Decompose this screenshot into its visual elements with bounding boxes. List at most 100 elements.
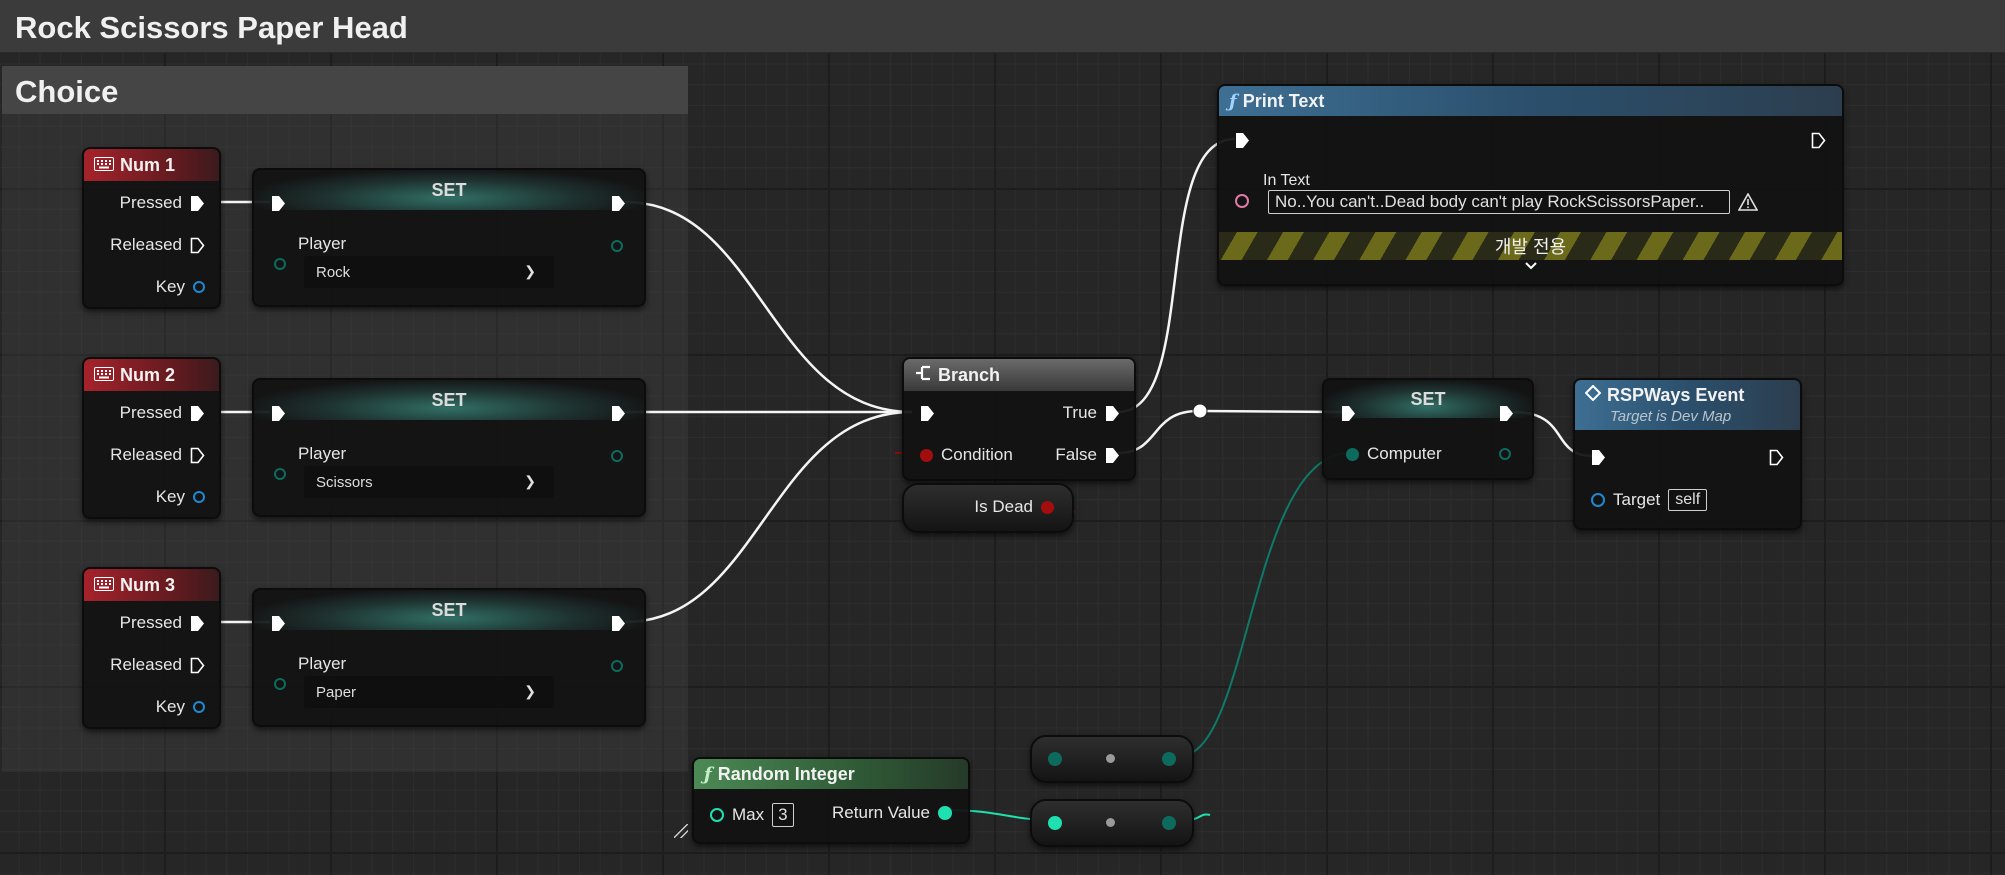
conversion-node-byte[interactable] bbox=[1030, 735, 1194, 783]
exec-in-pin-icon[interactable] bbox=[271, 615, 286, 632]
byte-out-pin-icon[interactable] bbox=[611, 450, 623, 462]
print-text-node[interactable]: ƒ Print Text In Text No..You can't..Dead… bbox=[1217, 84, 1844, 286]
pressed-label: Pressed bbox=[119, 613, 182, 632]
exec-out-pin-filled-icon[interactable] bbox=[190, 615, 205, 632]
pressed-pin[interactable]: Pressed bbox=[120, 613, 205, 633]
pressed-pin[interactable]: Pressed bbox=[120, 193, 205, 213]
key-pin[interactable]: Key bbox=[156, 487, 205, 507]
conversion-node-int[interactable] bbox=[1030, 799, 1194, 847]
exec-in-pin-icon[interactable] bbox=[920, 405, 935, 422]
chevron-down-icon: ❯ bbox=[524, 473, 536, 489]
exec-out-pin-empty-icon[interactable] bbox=[190, 657, 205, 674]
rsp-ways-event-node[interactable]: RSPWays Event Target is Dev Map Target s… bbox=[1573, 378, 1802, 530]
key-node-title: Num 3 bbox=[120, 574, 176, 595]
key-node-header: Num 1 bbox=[84, 149, 219, 181]
int-out-pin-icon[interactable] bbox=[938, 806, 952, 820]
dropdown-value: Paper bbox=[316, 683, 357, 701]
byte-out-pin-icon[interactable] bbox=[611, 660, 623, 672]
exec-in-pin-icon[interactable] bbox=[1235, 132, 1250, 149]
released-pin[interactable]: Released bbox=[110, 655, 205, 675]
exec-in-pin-icon[interactable] bbox=[271, 405, 286, 422]
text-in-pin-icon[interactable] bbox=[1235, 194, 1249, 208]
key-node-title: Num 1 bbox=[120, 154, 176, 175]
byte-in-pin-icon[interactable] bbox=[1346, 447, 1359, 461]
released-pin[interactable]: Released bbox=[110, 235, 205, 255]
set-computer-node[interactable]: SET Computer bbox=[1322, 378, 1534, 480]
true-pin[interactable]: True bbox=[1063, 403, 1120, 423]
set-player-node-paper[interactable]: SET Player Paper ❯ bbox=[252, 588, 646, 727]
byte-out-pin-icon[interactable] bbox=[1162, 816, 1176, 830]
set-node-title: SET bbox=[431, 599, 467, 620]
exec-out-pin-icon[interactable] bbox=[1499, 405, 1514, 422]
event-diamond-icon bbox=[1584, 384, 1602, 406]
target-pin[interactable]: Target self bbox=[1591, 489, 1708, 511]
key-node-header: Num 2 bbox=[84, 359, 219, 391]
byte-in-pin-icon[interactable] bbox=[274, 678, 286, 690]
pressed-pin[interactable]: Pressed bbox=[120, 403, 205, 423]
comment-resize-grip[interactable] bbox=[674, 824, 688, 838]
byte-out-pin-icon[interactable] bbox=[1162, 752, 1176, 766]
exec-in-pin-icon[interactable] bbox=[1341, 405, 1356, 422]
key-node-num3[interactable]: Num 3 Pressed Released Key bbox=[82, 567, 221, 729]
max-label: Max bbox=[732, 805, 765, 824]
byte-in-pin-icon[interactable] bbox=[1048, 752, 1062, 766]
byte-in-pin-icon[interactable] bbox=[274, 258, 286, 270]
random-integer-node[interactable]: ƒ Random Integer Max 3 Return Value bbox=[692, 757, 970, 844]
exec-out-pin-icon[interactable] bbox=[1105, 447, 1120, 464]
exec-out-pin-icon[interactable] bbox=[611, 195, 626, 212]
bool-out-pin-icon[interactable] bbox=[1041, 500, 1054, 514]
key-node-num1[interactable]: Num 1 Pressed Released Key bbox=[82, 147, 221, 309]
exec-out-pin-icon[interactable] bbox=[1105, 405, 1120, 422]
exec-in-pin-icon[interactable] bbox=[271, 195, 286, 212]
player-enum-dropdown[interactable]: Rock ❯ bbox=[304, 256, 554, 288]
struct-pin-icon[interactable] bbox=[193, 701, 205, 713]
key-pin[interactable]: Key bbox=[156, 697, 205, 717]
set-player-node-scissors[interactable]: SET Player Scissors ❯ bbox=[252, 378, 646, 517]
exec-out-pin-icon[interactable] bbox=[611, 405, 626, 422]
target-value-field[interactable]: self bbox=[1668, 489, 1708, 511]
is-dead-pin[interactable]: Is Dead bbox=[974, 497, 1054, 517]
exec-out-pin-empty-icon[interactable] bbox=[190, 447, 205, 464]
false-pin[interactable]: False bbox=[1055, 445, 1120, 465]
key-pin[interactable]: Key bbox=[156, 277, 205, 297]
computer-pin[interactable]: Computer bbox=[1346, 444, 1442, 464]
expand-chevron-icon[interactable] bbox=[1219, 258, 1842, 276]
set-node-title: SET bbox=[431, 179, 467, 200]
int-in-pin-icon[interactable] bbox=[1048, 816, 1062, 830]
exec-out-pin-empty-icon[interactable] bbox=[1811, 132, 1826, 149]
struct-pin-icon[interactable] bbox=[193, 281, 205, 293]
comment-header[interactable]: Choice bbox=[2, 66, 688, 114]
bool-in-pin-icon[interactable] bbox=[920, 448, 933, 462]
player-enum-dropdown[interactable]: Paper ❯ bbox=[304, 676, 554, 708]
warning-icon bbox=[1737, 192, 1759, 216]
player-pin-label: Player bbox=[298, 654, 347, 673]
exec-in-pin-icon[interactable] bbox=[1591, 449, 1606, 466]
released-pin[interactable]: Released bbox=[110, 445, 205, 465]
exec-out-pin-empty-icon[interactable] bbox=[190, 237, 205, 254]
int-in-pin-icon[interactable] bbox=[710, 808, 724, 822]
is-dead-getter-node[interactable]: Is Dead bbox=[902, 483, 1074, 533]
max-value-field[interactable]: 3 bbox=[772, 803, 794, 827]
byte-in-pin-icon[interactable] bbox=[274, 468, 286, 480]
key-node-num2[interactable]: Num 2 Pressed Released Key bbox=[82, 357, 221, 519]
exec-out-pin-icon[interactable] bbox=[611, 615, 626, 632]
branch-node[interactable]: Branch True Condition False bbox=[902, 357, 1136, 481]
exec-out-pin-empty-icon[interactable] bbox=[1769, 449, 1784, 466]
return-value-pin[interactable]: Return Value bbox=[832, 803, 952, 823]
object-in-pin-icon[interactable] bbox=[1591, 493, 1605, 507]
rsp-event-subtitle: Target is Dev Map bbox=[1610, 408, 1732, 425]
max-pin[interactable]: Max 3 bbox=[710, 803, 794, 827]
exec-out-pin-filled-icon[interactable] bbox=[190, 405, 205, 422]
set-player-node-rock[interactable]: SET Player Rock ❯ bbox=[252, 168, 646, 307]
chevron-down-icon: ❯ bbox=[524, 683, 536, 699]
byte-out-pin-icon[interactable] bbox=[1499, 448, 1511, 460]
player-enum-dropdown[interactable]: Scissors ❯ bbox=[304, 466, 554, 498]
player-pin-label: Player bbox=[298, 234, 347, 253]
exec-out-pin-filled-icon[interactable] bbox=[190, 195, 205, 212]
in-text-field[interactable]: No..You can't..Dead body can't play Rock… bbox=[1268, 190, 1730, 214]
set-node-header: SET bbox=[254, 380, 644, 420]
condition-pin[interactable]: Condition bbox=[920, 445, 1013, 465]
key-label: Key bbox=[155, 277, 185, 296]
byte-out-pin-icon[interactable] bbox=[611, 240, 623, 252]
struct-pin-icon[interactable] bbox=[193, 491, 205, 503]
